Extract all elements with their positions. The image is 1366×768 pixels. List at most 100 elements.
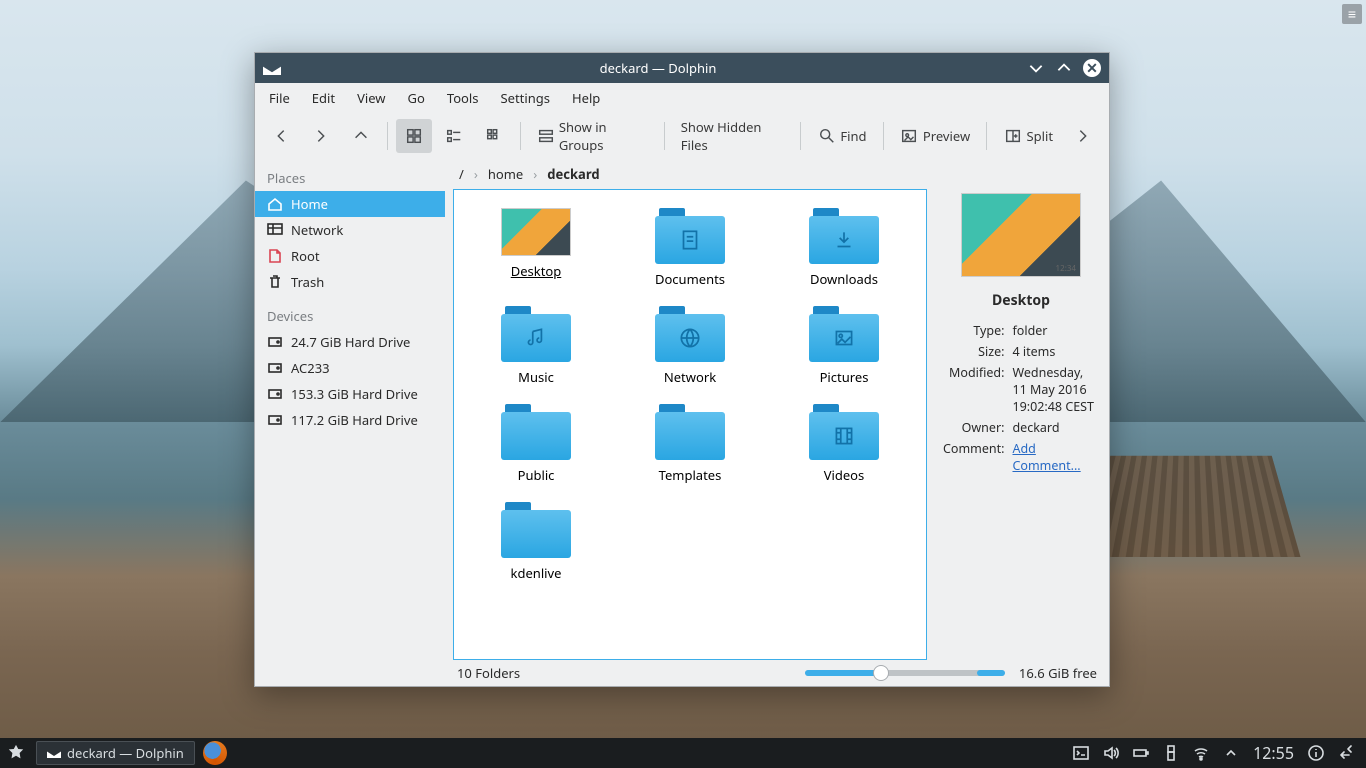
toolbar: Show in Groups Show Hidden Files Find Pr… (255, 113, 1109, 159)
sidebar-device[interactable]: AC233 (255, 355, 445, 381)
folder-icon (655, 208, 725, 264)
window-title: deckard — Dolphin (289, 59, 1027, 77)
preview-thumbnail (961, 193, 1081, 277)
tray-expand-icon[interactable] (1223, 745, 1239, 761)
show-hidden-button[interactable]: Show Hidden Files (673, 119, 792, 153)
minimize-button[interactable] (1027, 59, 1045, 77)
details-modified: Wednesday, 11 May 2016 19:02:48 CEST (1010, 362, 1101, 417)
drive-icon (267, 360, 283, 376)
folder-pictures[interactable]: Pictures (809, 306, 879, 386)
close-button[interactable]: ✕ (1083, 59, 1101, 77)
maximize-button[interactable] (1055, 59, 1073, 77)
menu-edit[interactable]: Edit (312, 89, 335, 107)
folder-videos[interactable]: Videos (809, 404, 879, 484)
menu-view[interactable]: View (357, 89, 385, 107)
terminal-icon[interactable] (1073, 745, 1089, 761)
menu-settings[interactable]: Settings (501, 89, 550, 107)
folder-documents[interactable]: Documents (655, 208, 725, 288)
sidebar-device[interactable]: 153.3 GiB Hard Drive (255, 381, 445, 407)
folder-label: Videos (824, 466, 865, 484)
desktop-menu-button[interactable]: ≡ (1342, 4, 1362, 24)
root-icon (267, 248, 283, 264)
compact-view-button[interactable] (436, 119, 472, 153)
folder-icon (501, 502, 571, 558)
folder-label: Pictures (820, 368, 869, 386)
folder-music[interactable]: Music (501, 306, 571, 386)
wifi-icon[interactable] (1193, 745, 1209, 761)
details-view-button[interactable] (476, 119, 512, 153)
folder-icon (655, 306, 725, 362)
folder-icon (501, 306, 571, 362)
up-button[interactable] (343, 119, 379, 153)
network-icon (267, 222, 283, 238)
sidebar-item-label: 153.3 GiB Hard Drive (291, 385, 418, 403)
titlebar[interactable]: deckard — Dolphin ✕ (255, 53, 1109, 83)
details-panel: Desktop Type:folder Size:4 items Modifie… (941, 189, 1101, 660)
split-button[interactable]: Split (995, 119, 1061, 153)
sidebar-item-root[interactable]: Root (255, 243, 445, 269)
add-comment-link[interactable]: Add Comment... (1012, 440, 1080, 474)
breadcrumb[interactable]: / › home › deckard (445, 159, 1109, 189)
usb-icon[interactable] (1163, 745, 1179, 761)
folder-downloads[interactable]: Downloads (809, 208, 879, 288)
crumb-current[interactable]: deckard (547, 165, 599, 183)
file-grid[interactable]: Desktop Documents Downloads Music Network Pic… (453, 189, 927, 660)
sidebar-item-network[interactable]: Network (255, 217, 445, 243)
folder-icon (809, 208, 879, 264)
find-button[interactable]: Find (809, 119, 875, 153)
crumb-home[interactable]: home (488, 165, 523, 183)
clock[interactable]: 12:55 (1253, 742, 1294, 764)
statusbar: 10 Folders 16.6 GiB free (445, 660, 1109, 686)
menu-go[interactable]: Go (408, 89, 425, 107)
show-groups-button[interactable]: Show in Groups (529, 119, 656, 153)
preview-button[interactable]: Preview (891, 119, 978, 153)
folder-icon (501, 404, 571, 460)
forward-button[interactable] (303, 119, 339, 153)
sidebar-device[interactable]: 24.7 GiB Hard Drive (255, 329, 445, 355)
details-type: folder (1010, 320, 1101, 341)
details-owner: deckard (1010, 417, 1101, 438)
sidebar-device[interactable]: 117.2 GiB Hard Drive (255, 407, 445, 433)
folder-icon (809, 404, 879, 460)
sidebar: Places HomeNetworkRootTrash Devices 24.7… (255, 159, 445, 686)
folder-kdenlive[interactable]: kdenlive (501, 502, 571, 582)
menubar: File Edit View Go Tools Settings Help (255, 83, 1109, 113)
firefox-launcher[interactable] (203, 741, 227, 765)
details-title: Desktop (941, 291, 1101, 310)
sidebar-item-home[interactable]: Home (255, 191, 445, 217)
folder-label: Desktop (511, 262, 562, 280)
folder-label: Network (664, 368, 716, 386)
zoom-slider[interactable] (805, 670, 1005, 676)
info-icon[interactable] (1308, 745, 1324, 761)
sidebar-item-trash[interactable]: Trash (255, 269, 445, 295)
volume-icon[interactable] (1103, 745, 1119, 761)
menu-help[interactable]: Help (572, 89, 600, 107)
folder-desktop[interactable]: Desktop (501, 208, 571, 288)
folder-templates[interactable]: Templates (655, 404, 725, 484)
taskbar: deckard — Dolphin 12:55 (0, 738, 1366, 768)
logout-icon[interactable] (1338, 745, 1354, 761)
app-icon (263, 61, 281, 75)
menu-file[interactable]: File (269, 89, 290, 107)
sidebar-item-label: Root (291, 247, 320, 265)
chevron-right-icon: › (474, 165, 478, 183)
crumb-root[interactable]: / (459, 165, 464, 183)
folder-public[interactable]: Public (501, 404, 571, 484)
devices-header: Devices (255, 303, 445, 329)
desktop-thumb-icon (501, 208, 571, 256)
menu-tools[interactable]: Tools (447, 89, 479, 107)
start-button[interactable] (0, 738, 32, 768)
folder-label: kdenlive (511, 564, 562, 582)
back-button[interactable] (263, 119, 299, 153)
folder-network[interactable]: Network (655, 306, 725, 386)
task-dolphin[interactable]: deckard — Dolphin (36, 741, 195, 765)
home-icon (267, 196, 283, 212)
sidebar-item-label: Trash (291, 273, 324, 291)
battery-icon[interactable] (1133, 745, 1149, 761)
sidebar-item-label: Home (291, 195, 328, 213)
toolbar-overflow-button[interactable] (1065, 119, 1101, 153)
folder-label: Music (518, 368, 554, 386)
sidebar-item-label: 117.2 GiB Hard Drive (291, 411, 418, 429)
status-count: 10 Folders (457, 664, 520, 682)
icons-view-button[interactable] (396, 119, 432, 153)
